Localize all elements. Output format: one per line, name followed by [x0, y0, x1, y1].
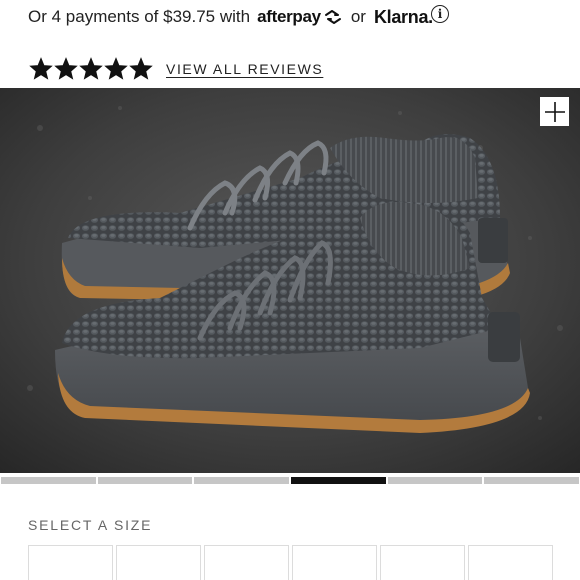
size-option-button[interactable]: 5.5 [116, 545, 201, 580]
size-options: 55.566.577.5 [28, 545, 553, 580]
size-option-button[interactable]: 5 [28, 545, 113, 580]
star-icon [129, 57, 153, 80]
size-option-button[interactable]: 6 [204, 545, 289, 580]
gallery-pager-segment[interactable] [97, 477, 193, 484]
plus-icon [544, 101, 565, 122]
size-option-button[interactable]: 6.5 [292, 545, 377, 580]
gallery-pager-segment[interactable] [291, 477, 386, 484]
gallery-pager [1, 477, 580, 484]
view-all-reviews-link[interactable]: VIEW ALL REVIEWS [166, 61, 323, 77]
zoom-button[interactable] [540, 97, 569, 126]
gallery-pager-segment[interactable] [1, 477, 96, 484]
afterpay-logo[interactable]: afterpay [257, 7, 343, 27]
gallery-pager-segment[interactable] [484, 477, 580, 484]
size-section-label: SELECT A SIZE [28, 517, 153, 533]
afterpay-arrows-icon [324, 10, 341, 24]
size-option-button[interactable]: 7 [380, 545, 465, 580]
gallery-pager-segment[interactable] [194, 477, 290, 484]
klarna-logo[interactable]: Klarna. [374, 7, 433, 28]
sneaker-photo [0, 88, 580, 473]
product-image[interactable] [0, 88, 580, 473]
payment-or-text: or [350, 7, 366, 26]
star-rating [29, 57, 153, 81]
info-icon[interactable]: i [431, 5, 449, 23]
star-icon [54, 57, 78, 80]
star-icon [29, 57, 53, 80]
afterpay-wordmark: afterpay [257, 7, 321, 26]
reviews-row: VIEW ALL REVIEWS [29, 57, 323, 81]
payment-installments: Or 4 payments of $39.75 with afterpay or… [28, 4, 433, 30]
star-icon [79, 57, 103, 80]
gallery-pager-segment[interactable] [387, 477, 483, 484]
size-option-button[interactable]: 7.5 [468, 545, 553, 580]
star-icon [104, 57, 128, 80]
info-glyph: i [437, 7, 443, 21]
installment-text: Or 4 payments of $39.75 with [28, 7, 251, 26]
